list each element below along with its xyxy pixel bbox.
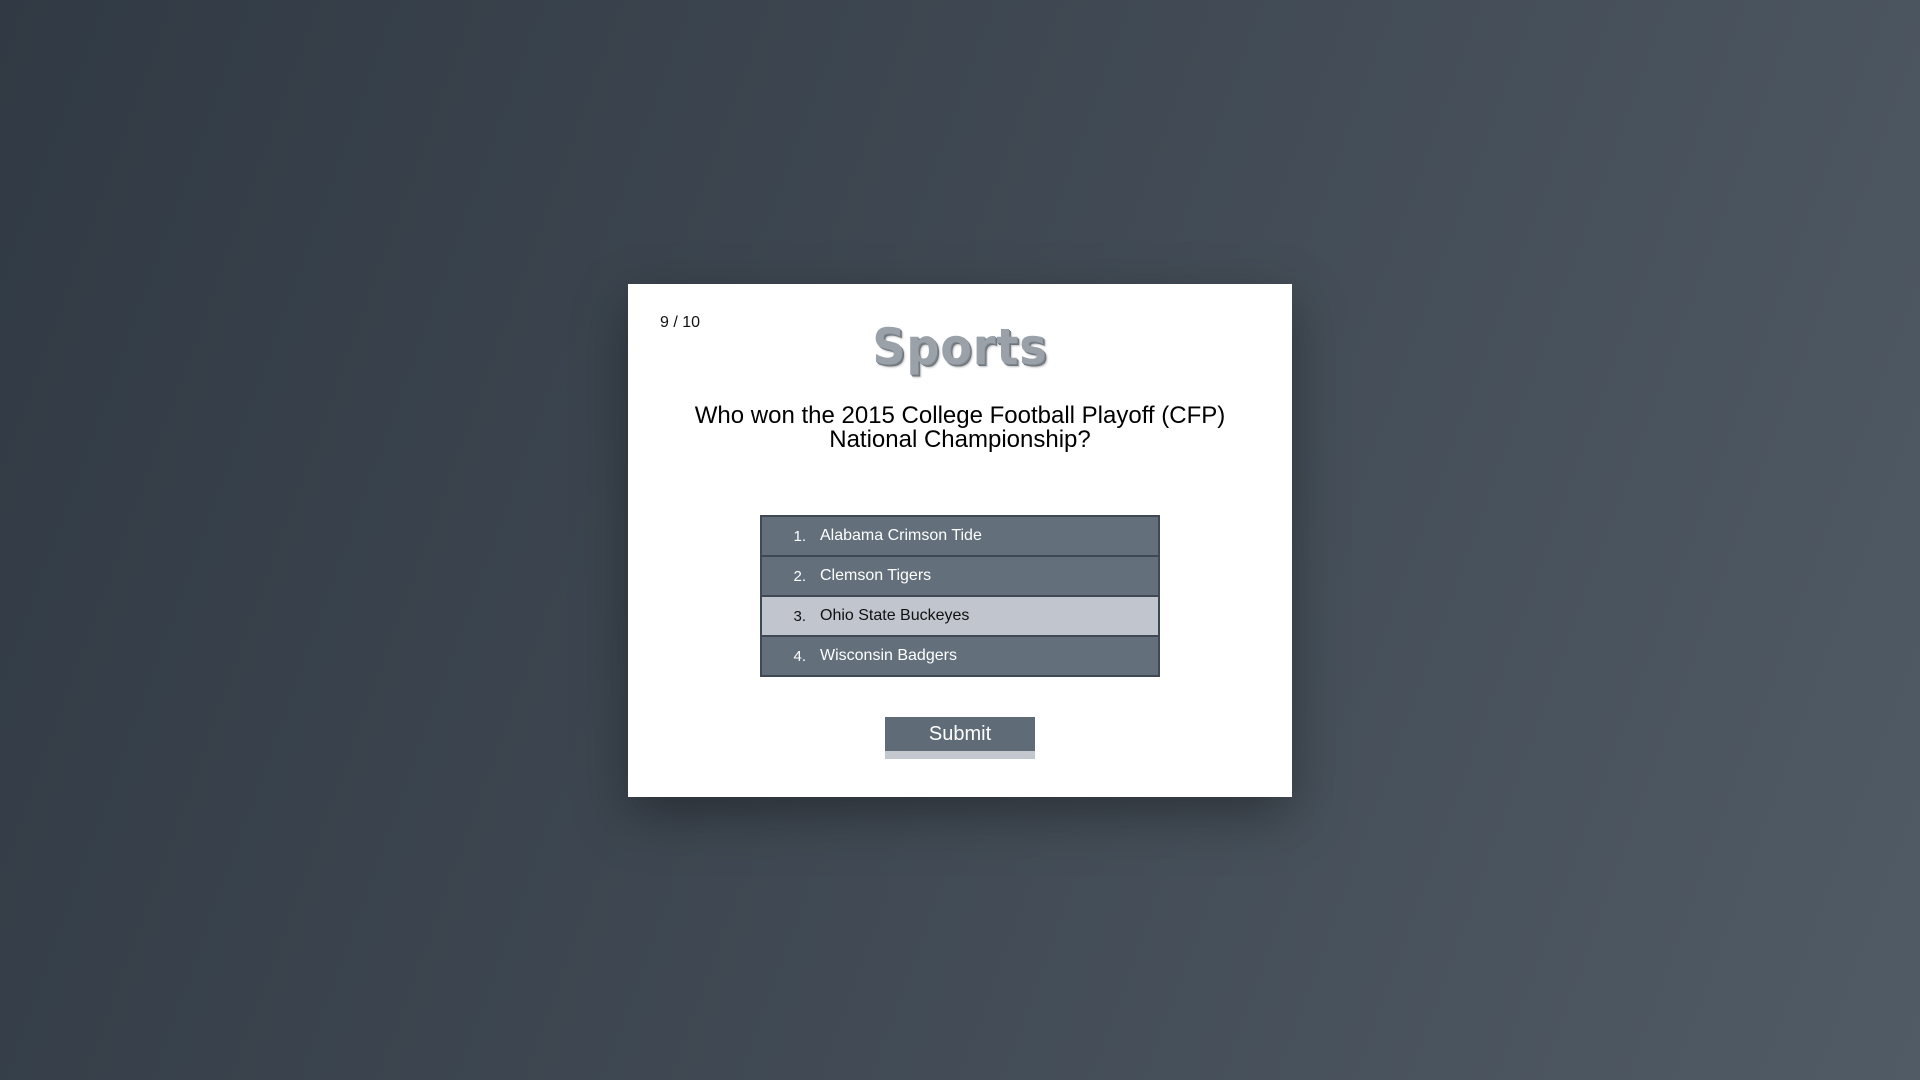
category-title: Sports (872, 318, 1048, 376)
submit-underbar (885, 751, 1035, 759)
answer-option-1[interactable]: 1. Alabama Crimson Tide (762, 517, 1158, 557)
answer-number: 4. (793, 647, 806, 665)
answer-label: Clemson Tigers (820, 567, 932, 584)
submit-button[interactable]: Submit (885, 717, 1035, 751)
answer-label: Alabama Crimson Tide (820, 527, 982, 544)
answer-option-3[interactable]: 3. Ohio State Buckeyes (762, 597, 1158, 637)
submit-area: Submit (885, 717, 1035, 759)
answer-number: 3. (793, 607, 806, 625)
answer-label: Ohio State Buckeyes (820, 607, 970, 624)
answer-option-2[interactable]: 2. Clemson Tigers (762, 557, 1158, 597)
question-text: Who won the 2015 College Football Playof… (694, 402, 1226, 453)
answer-list: 1. Alabama Crimson Tide 2. Clemson Tiger… (760, 515, 1160, 677)
quiz-card: 9 / 10 Sports Who won the 2015 College F… (628, 284, 1292, 797)
answer-label: Wisconsin Badgers (820, 647, 957, 664)
answer-number: 2. (793, 567, 806, 585)
answer-option-4[interactable]: 4. Wisconsin Badgers (762, 637, 1158, 675)
answer-number: 1. (793, 527, 806, 545)
